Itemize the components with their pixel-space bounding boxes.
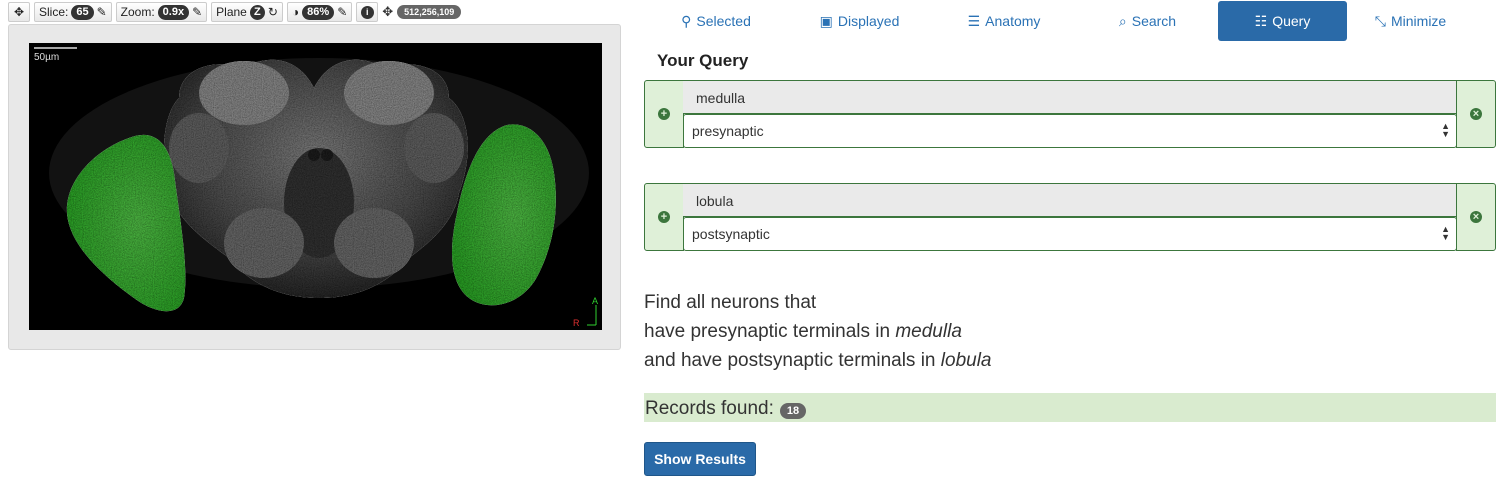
query-description: Find all neurons that have presynaptic t… — [644, 288, 992, 375]
plane-control[interactable]: Plane Z ↻ — [211, 2, 283, 22]
relation-select[interactable]: presynaptic ▲ ▼ — [683, 114, 1457, 148]
edit-icon[interactable]: ✎ — [97, 6, 107, 18]
plus-circle-icon: + — [658, 211, 670, 223]
info-button[interactable]: i — [356, 2, 379, 22]
tab-label: Selected — [696, 13, 751, 29]
select-arrows-icon: ▲ ▼ — [1441, 224, 1450, 242]
show-results-button[interactable]: Show Results — [644, 442, 756, 476]
relation-select-value: presynaptic — [692, 123, 764, 139]
zoom-label: Zoom: — [120, 5, 155, 19]
tab-selected[interactable]: ⚲ Selected — [644, 1, 788, 41]
list-icon: ☰ — [967, 12, 981, 29]
description-term: lobula — [940, 350, 992, 371]
relation-select[interactable]: postsynaptic ▲ ▼ — [683, 217, 1457, 251]
tab-displayed[interactable]: ▣ Displayed — [788, 1, 931, 41]
relation-select-value: postsynaptic — [692, 226, 770, 242]
plus-circle-icon: + — [658, 108, 670, 120]
slice-label: Slice: — [39, 5, 69, 19]
search-icon: ⌕ — [1118, 12, 1127, 29]
tab-query[interactable]: ☷ Query — [1218, 1, 1347, 41]
query-item-1: + medulla presynaptic ▲ ▼ × — [644, 80, 1496, 148]
remove-query-button[interactable]: × — [1456, 80, 1496, 148]
orientation-r-label: R — [573, 318, 580, 328]
tab-label: Search — [1131, 13, 1177, 29]
description-text: have presynaptic terminals in — [644, 321, 896, 342]
query-title: Your Query — [657, 51, 749, 70]
records-count-badge: 18 — [779, 402, 807, 419]
tab-search[interactable]: ⌕ Search — [1077, 1, 1218, 41]
records-found-bar: Records found: 18 — [644, 393, 1496, 422]
description-line-2: have presynaptic terminals in medulla — [644, 317, 992, 346]
brain-image-canvas[interactable]: 50µm A R — [29, 43, 602, 330]
description-term: medulla — [895, 321, 962, 342]
tab-label: Minimize — [1390, 13, 1447, 29]
tab-label: Displayed — [837, 13, 900, 29]
crosshair-icon[interactable]: ✥ — [382, 4, 393, 20]
select-arrows-icon: ▲ ▼ — [1441, 121, 1450, 139]
edit-icon[interactable]: ✎ — [337, 6, 347, 18]
orientation-marker: A R — [573, 296, 598, 328]
viewer-toolbar: ✥ Slice: 65 ✎ Zoom: 0.9x ✎ Plane Z ↻ ◑ 8… — [8, 2, 462, 22]
edit-icon[interactable]: ✎ — [192, 6, 202, 18]
plane-value-badge: Z — [249, 4, 265, 20]
contrast-value-badge: 86% — [302, 4, 335, 20]
move-icon: ✥ — [13, 5, 25, 19]
picture-icon: ▣ — [819, 12, 833, 29]
query-term: lobula — [683, 183, 1457, 217]
sidebar-nav-tabs: ⚲ Selected ▣ Displayed ☰ Anatomy ⌕ Searc… — [644, 1, 1474, 41]
description-line-1: Find all neurons that — [644, 292, 817, 313]
scale-bar-label: 50µm — [34, 52, 59, 63]
tab-label: Anatomy — [985, 13, 1041, 29]
records-found-label: Records found: — [645, 398, 774, 419]
add-query-button[interactable]: + — [644, 183, 684, 251]
info-icon: i — [360, 5, 374, 19]
contrast-control[interactable]: ◑ 86% ✎ — [286, 2, 353, 22]
move-button[interactable]: ✥ — [8, 2, 30, 22]
description-text: and have postsynaptic terminals in — [644, 350, 941, 371]
plane-label: Plane — [216, 5, 247, 19]
add-query-button[interactable]: + — [644, 80, 684, 148]
query-term: medulla — [683, 80, 1457, 114]
contrast-icon: ◑ — [291, 5, 300, 19]
tasks-icon: ☷ — [1254, 12, 1268, 29]
remove-circle-icon: × — [1470, 211, 1482, 223]
orientation-a-label: A — [592, 296, 598, 306]
tab-label: Query — [1272, 13, 1311, 29]
remove-circle-icon: × — [1470, 108, 1482, 120]
image-viewer-panel: 50µm A R — [8, 24, 621, 350]
refresh-icon[interactable]: ↻ — [268, 6, 278, 18]
slice-control[interactable]: Slice: 65 ✎ — [34, 2, 112, 22]
coordinates-badge: 512,256,109 — [397, 5, 462, 19]
zoom-value-badge: 0.9x — [157, 4, 190, 20]
tab-anatomy[interactable]: ☰ Anatomy — [931, 1, 1077, 41]
zoom-control[interactable]: Zoom: 0.9x ✎ — [115, 2, 208, 22]
remove-query-button[interactable]: × — [1456, 183, 1496, 251]
query-item-2: + lobula postsynaptic ▲ ▼ × — [644, 183, 1496, 251]
slice-value-badge: 65 — [71, 4, 94, 20]
description-line-3: and have postsynaptic terminals in lobul… — [644, 346, 992, 375]
tab-minimize[interactable]: ⤡ Minimize — [1347, 1, 1474, 41]
map-marker-icon: ⚲ — [681, 12, 692, 29]
compress-icon: ⤡ — [1374, 12, 1386, 29]
